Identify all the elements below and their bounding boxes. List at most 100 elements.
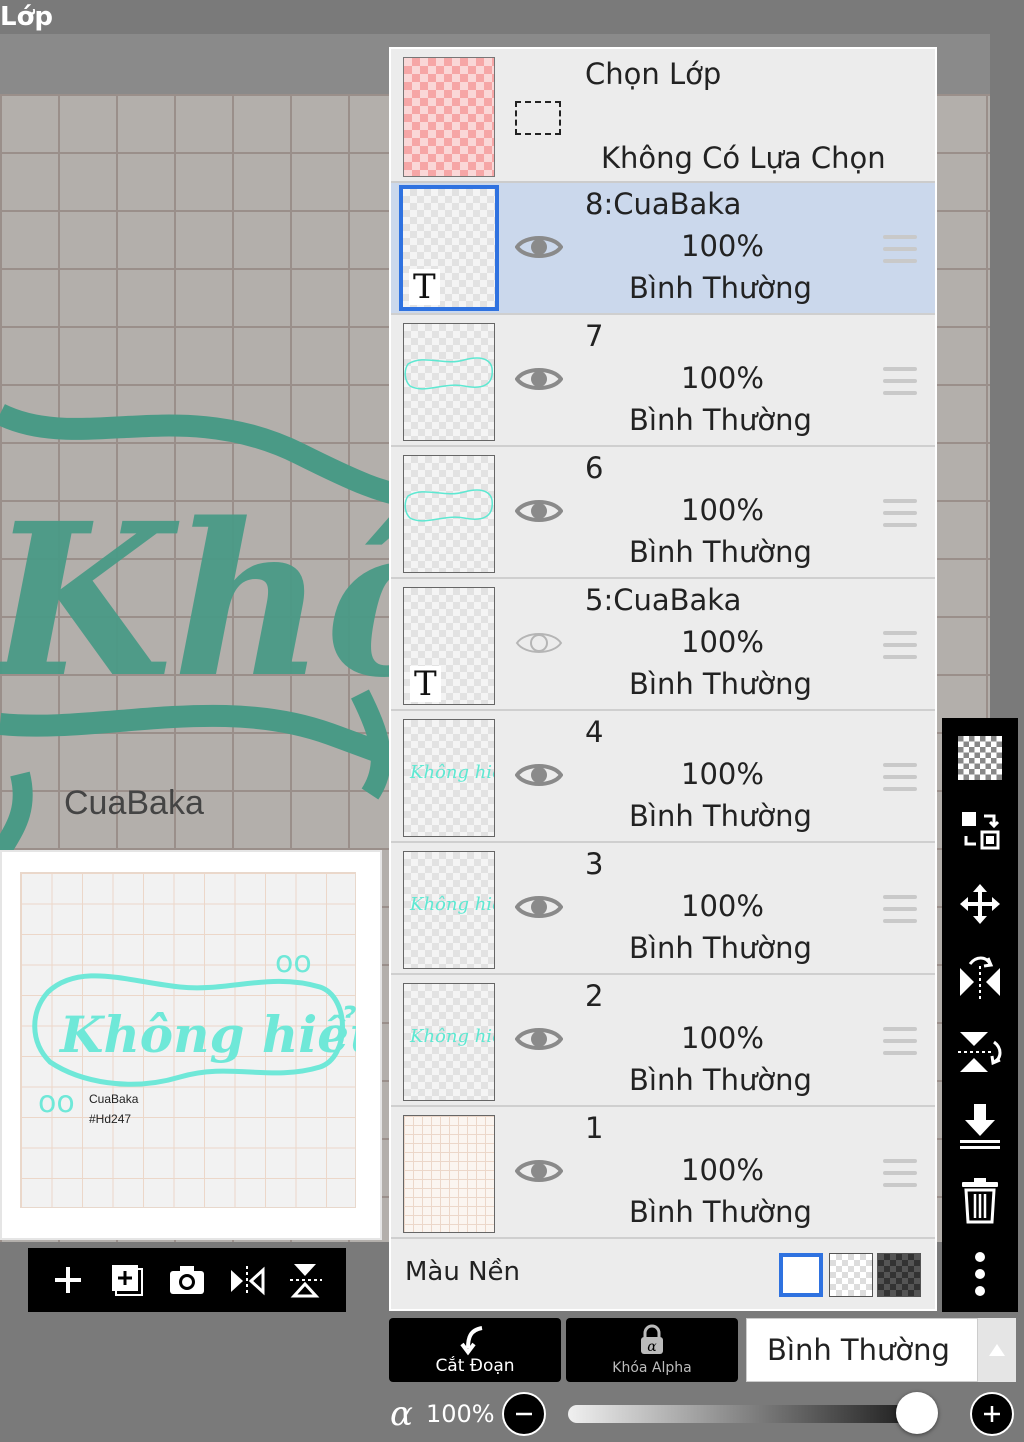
layer-thumbnail <box>403 1115 495 1233</box>
flip-horizontal-icon[interactable] <box>954 952 1006 1004</box>
selection-layer-row[interactable]: Chọn Lớp Không Có Lựa Chọn <box>391 49 935 183</box>
alpha-symbol: α <box>390 1394 413 1434</box>
layer-opacity: 100% <box>681 757 764 791</box>
layer-row[interactable]: 7 100% Bình Thường <box>391 315 935 447</box>
text-layer-icon: T <box>409 269 440 305</box>
background-dark-swatch[interactable] <box>877 1253 921 1297</box>
clipping-arrow-icon <box>460 1326 483 1356</box>
alpha-lock-label: Khóa Alpha <box>612 1360 692 1376</box>
layer-name: 3 <box>585 847 604 881</box>
add-layer-copy-icon[interactable] <box>105 1258 149 1302</box>
drag-handle-icon[interactable] <box>883 763 917 791</box>
eye-icon[interactable] <box>515 361 563 397</box>
layer-row[interactable]: 1 100% Bình Thường <box>391 1107 935 1239</box>
trash-icon[interactable] <box>954 1174 1006 1226</box>
blend-mode-select[interactable]: Bình Thường <box>746 1318 978 1382</box>
svg-text:Không hiểu: Không hiểu <box>409 1025 495 1047</box>
layer-row[interactable]: T 8:CuaBaka 100% Bình Thường <box>391 183 935 315</box>
canvas-caption: CuaBaka <box>64 784 204 822</box>
merge-down-icon[interactable] <box>954 1100 1006 1152</box>
layer-name: 5:CuaBaka <box>585 583 742 617</box>
navigator-preview[interactable]: Không hiểu oo oo CuaBaka #Hd247 <box>0 850 382 1240</box>
background-color-row: Màu Nền <box>391 1239 935 1309</box>
layer-opacity: 100% <box>681 229 764 263</box>
layer-thumbnail: T <box>403 587 495 705</box>
layer-name: 6 <box>585 451 604 485</box>
background-transparent-swatch[interactable] <box>829 1253 873 1297</box>
layer-row[interactable]: Không hiểu 4 100% Bình Thường <box>391 711 935 843</box>
layer-opacity: 100% <box>681 361 764 395</box>
selection-status: Không Có Lựa Chọn <box>601 141 886 175</box>
layer-thumbnail <box>403 455 495 573</box>
layer-panel: Chọn Lớp Không Có Lựa Chọn T 8:CuaBaka 100… <box>389 47 937 1311</box>
background-label: Màu Nền <box>405 1257 521 1287</box>
layer-row[interactable]: Không hiểu 3 100% Bình Thường <box>391 843 935 975</box>
layer-thumbnail: Không hiểu <box>403 851 495 969</box>
layer-thumbnail: Không hiểu <box>403 719 495 837</box>
move-icon[interactable] <box>954 878 1006 930</box>
eye-icon[interactable] <box>515 1153 563 1189</box>
clipping-button[interactable]: Cắt Đoạn <box>389 1318 561 1382</box>
eye-icon[interactable] <box>515 889 563 925</box>
opacity-decrease-button[interactable] <box>502 1392 546 1436</box>
clipping-label: Cắt Đoạn <box>435 1356 515 1376</box>
drag-handle-icon[interactable] <box>883 1159 917 1187</box>
layer-blend-mode: Bình Thường <box>629 931 812 965</box>
layer-row[interactable]: T 5:CuaBaka 100% Bình Thường <box>391 579 935 711</box>
drag-handle-icon[interactable] <box>883 367 917 395</box>
drag-handle-icon[interactable] <box>883 631 917 659</box>
window-title: Lớp <box>0 2 54 32</box>
drag-handle-icon[interactable] <box>883 499 917 527</box>
svg-text:Không hiểu: Không hiểu <box>409 761 495 783</box>
text-layer-icon: T <box>410 666 441 702</box>
eye-icon[interactable] <box>515 1021 563 1057</box>
layer-name: 2 <box>585 979 604 1013</box>
drag-handle-icon[interactable] <box>883 895 917 923</box>
plus-icon <box>984 1406 1000 1422</box>
selection-thumbnail <box>403 57 495 177</box>
opacity-slider[interactable] <box>568 1405 932 1423</box>
preview-caption-tag: #Hd247 <box>89 1112 132 1126</box>
eye-icon[interactable] <box>515 229 563 265</box>
svg-text:Không hiểu: Không hiểu <box>409 893 495 915</box>
layer-row[interactable]: Không hiểu 2 100% Bình Thường <box>391 975 935 1107</box>
camera-icon[interactable] <box>165 1258 209 1302</box>
opacity-slider-handle[interactable] <box>896 1392 939 1434</box>
transparency-icon[interactable] <box>954 732 1006 784</box>
flip-vertical-icon[interactable] <box>284 1258 328 1302</box>
layer-name: 4 <box>585 715 604 749</box>
layer-name: 8:CuaBaka <box>585 187 742 221</box>
layer-opacity: 100% <box>681 1153 764 1187</box>
layer-blend-mode: Bình Thường <box>629 1195 812 1229</box>
layer-blend-mode: Bình Thường <box>629 403 812 437</box>
layer-blend-mode: Bình Thường <box>629 799 812 833</box>
opacity-value: 100% <box>426 1400 495 1428</box>
flip-horizontal-icon[interactable] <box>225 1258 269 1302</box>
opacity-increase-button[interactable] <box>970 1392 1014 1436</box>
background-white-swatch[interactable] <box>779 1253 823 1297</box>
transfer-icon[interactable] <box>954 804 1006 856</box>
layer-thumbnail: T <box>399 185 499 311</box>
layer-opacity: 100% <box>681 1021 764 1055</box>
layer-blend-mode: Bình Thường <box>629 1063 812 1097</box>
blend-mode-dropdown[interactable] <box>978 1318 1016 1382</box>
svg-text:Không hiểu: Không hiểu <box>58 1004 356 1064</box>
add-layer-icon[interactable] <box>46 1258 90 1302</box>
lock-icon: α <box>641 1324 663 1355</box>
more-icon[interactable] <box>954 1248 1006 1300</box>
eye-hidden-icon[interactable] <box>515 625 563 661</box>
preview-caption-name: CuaBaka <box>89 1092 139 1106</box>
drag-handle-icon[interactable] <box>883 235 917 263</box>
selection-marquee-icon <box>515 101 561 135</box>
layer-row[interactable]: 6 100% Bình Thường <box>391 447 935 579</box>
selection-title: Chọn Lớp <box>585 57 722 91</box>
drag-handle-icon[interactable] <box>883 1027 917 1055</box>
layer-blend-mode: Bình Thường <box>629 535 812 569</box>
alpha-lock-button[interactable]: α Khóa Alpha <box>566 1318 738 1382</box>
layer-opacity: 100% <box>681 889 764 923</box>
preview-artwork: Không hiểu oo oo <box>32 945 356 1120</box>
triangle-up-icon <box>989 1344 1005 1356</box>
eye-icon[interactable] <box>515 757 563 793</box>
eye-icon[interactable] <box>515 493 563 529</box>
flip-vertical-icon[interactable] <box>954 1026 1006 1078</box>
